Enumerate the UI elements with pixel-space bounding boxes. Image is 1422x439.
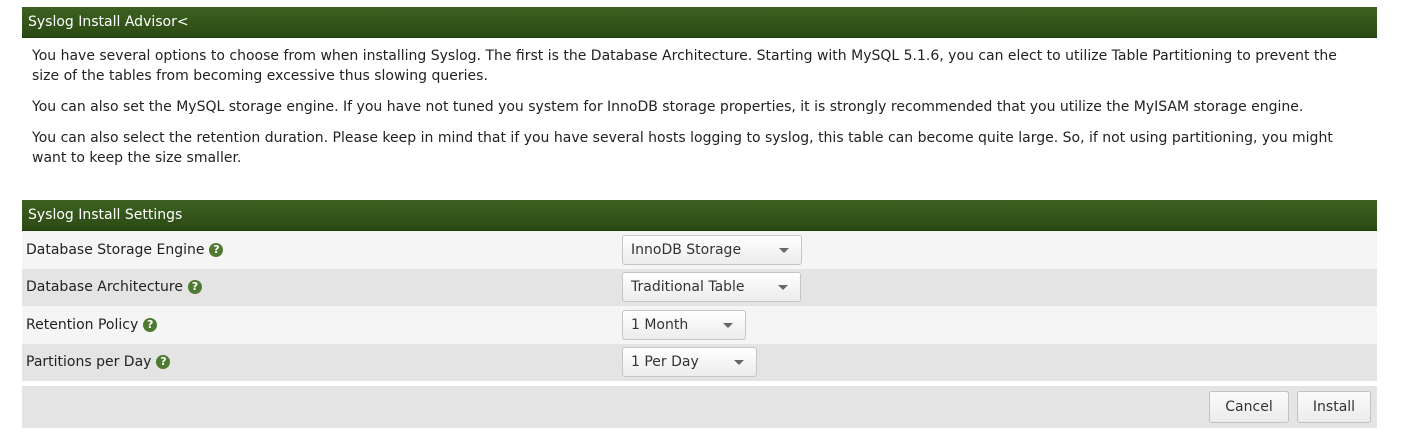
setting-row-partitions: Partitions per Day ? 1 Per Day	[22, 343, 1377, 381]
partitions-select[interactable]: 1 Per Day	[622, 347, 757, 378]
retention-select[interactable]: 1 Month	[622, 309, 746, 340]
settings-title: Syslog Install Settings	[28, 207, 183, 223]
settings-header: Syslog Install Settings	[22, 200, 1377, 231]
setting-label-text: Database Architecture	[26, 279, 183, 296]
install-container: Syslog Install Advisor< You have several…	[22, 7, 1377, 428]
storage-engine-select[interactable]: InnoDB Storage	[622, 234, 802, 265]
setting-label-text: Database Storage Engine	[26, 241, 205, 258]
cancel-button[interactable]: Cancel	[1209, 391, 1289, 423]
caret-down-icon	[779, 247, 789, 253]
select-value: InnoDB Storage	[631, 241, 742, 258]
setting-label-partitions: Partitions per Day ?	[26, 354, 171, 371]
advisor-paragraph-architecture: You have several options to choose from …	[32, 48, 1337, 84]
select-value: 1 Month	[631, 316, 689, 333]
setting-label-architecture: Database Architecture ?	[26, 279, 202, 295]
caret-down-icon	[734, 360, 744, 366]
setting-label-text: Partitions per Day	[26, 354, 152, 371]
advisor-paragraph-storage-engine: You can also set the MySQL storage engin…	[32, 99, 1304, 115]
help-icon[interactable]: ?	[187, 280, 202, 295]
architecture-select[interactable]: Traditional Table	[622, 272, 801, 303]
caret-down-icon	[723, 322, 733, 328]
action-bar: Cancel Install	[22, 386, 1377, 428]
advisor-body: You have several options to choose from …	[22, 38, 1377, 200]
help-icon[interactable]: ?	[156, 355, 171, 370]
setting-label-text: Retention Policy	[26, 316, 139, 333]
help-icon[interactable]: ?	[143, 317, 158, 332]
help-icon[interactable]: ?	[209, 242, 224, 257]
advisor-header: Syslog Install Advisor<	[22, 7, 1377, 38]
select-value: Traditional Table	[631, 279, 745, 296]
caret-down-icon	[778, 285, 788, 291]
setting-label-storage-engine: Database Storage Engine ?	[26, 241, 224, 258]
setting-row-retention: Retention Policy ? 1 Month	[22, 306, 1377, 344]
select-value: 1 Per Day	[631, 354, 699, 371]
advisor-title: Syslog Install Advisor<	[28, 14, 189, 30]
setting-row-storage-engine: Database Storage Engine ? InnoDB Storage	[22, 231, 1377, 269]
install-button[interactable]: Install	[1297, 391, 1371, 423]
advisor-paragraph-retention: You can also select the retention durati…	[32, 130, 1333, 166]
setting-row-architecture: Database Architecture ? Traditional Tabl…	[22, 268, 1377, 306]
setting-label-retention: Retention Policy ?	[26, 316, 158, 333]
